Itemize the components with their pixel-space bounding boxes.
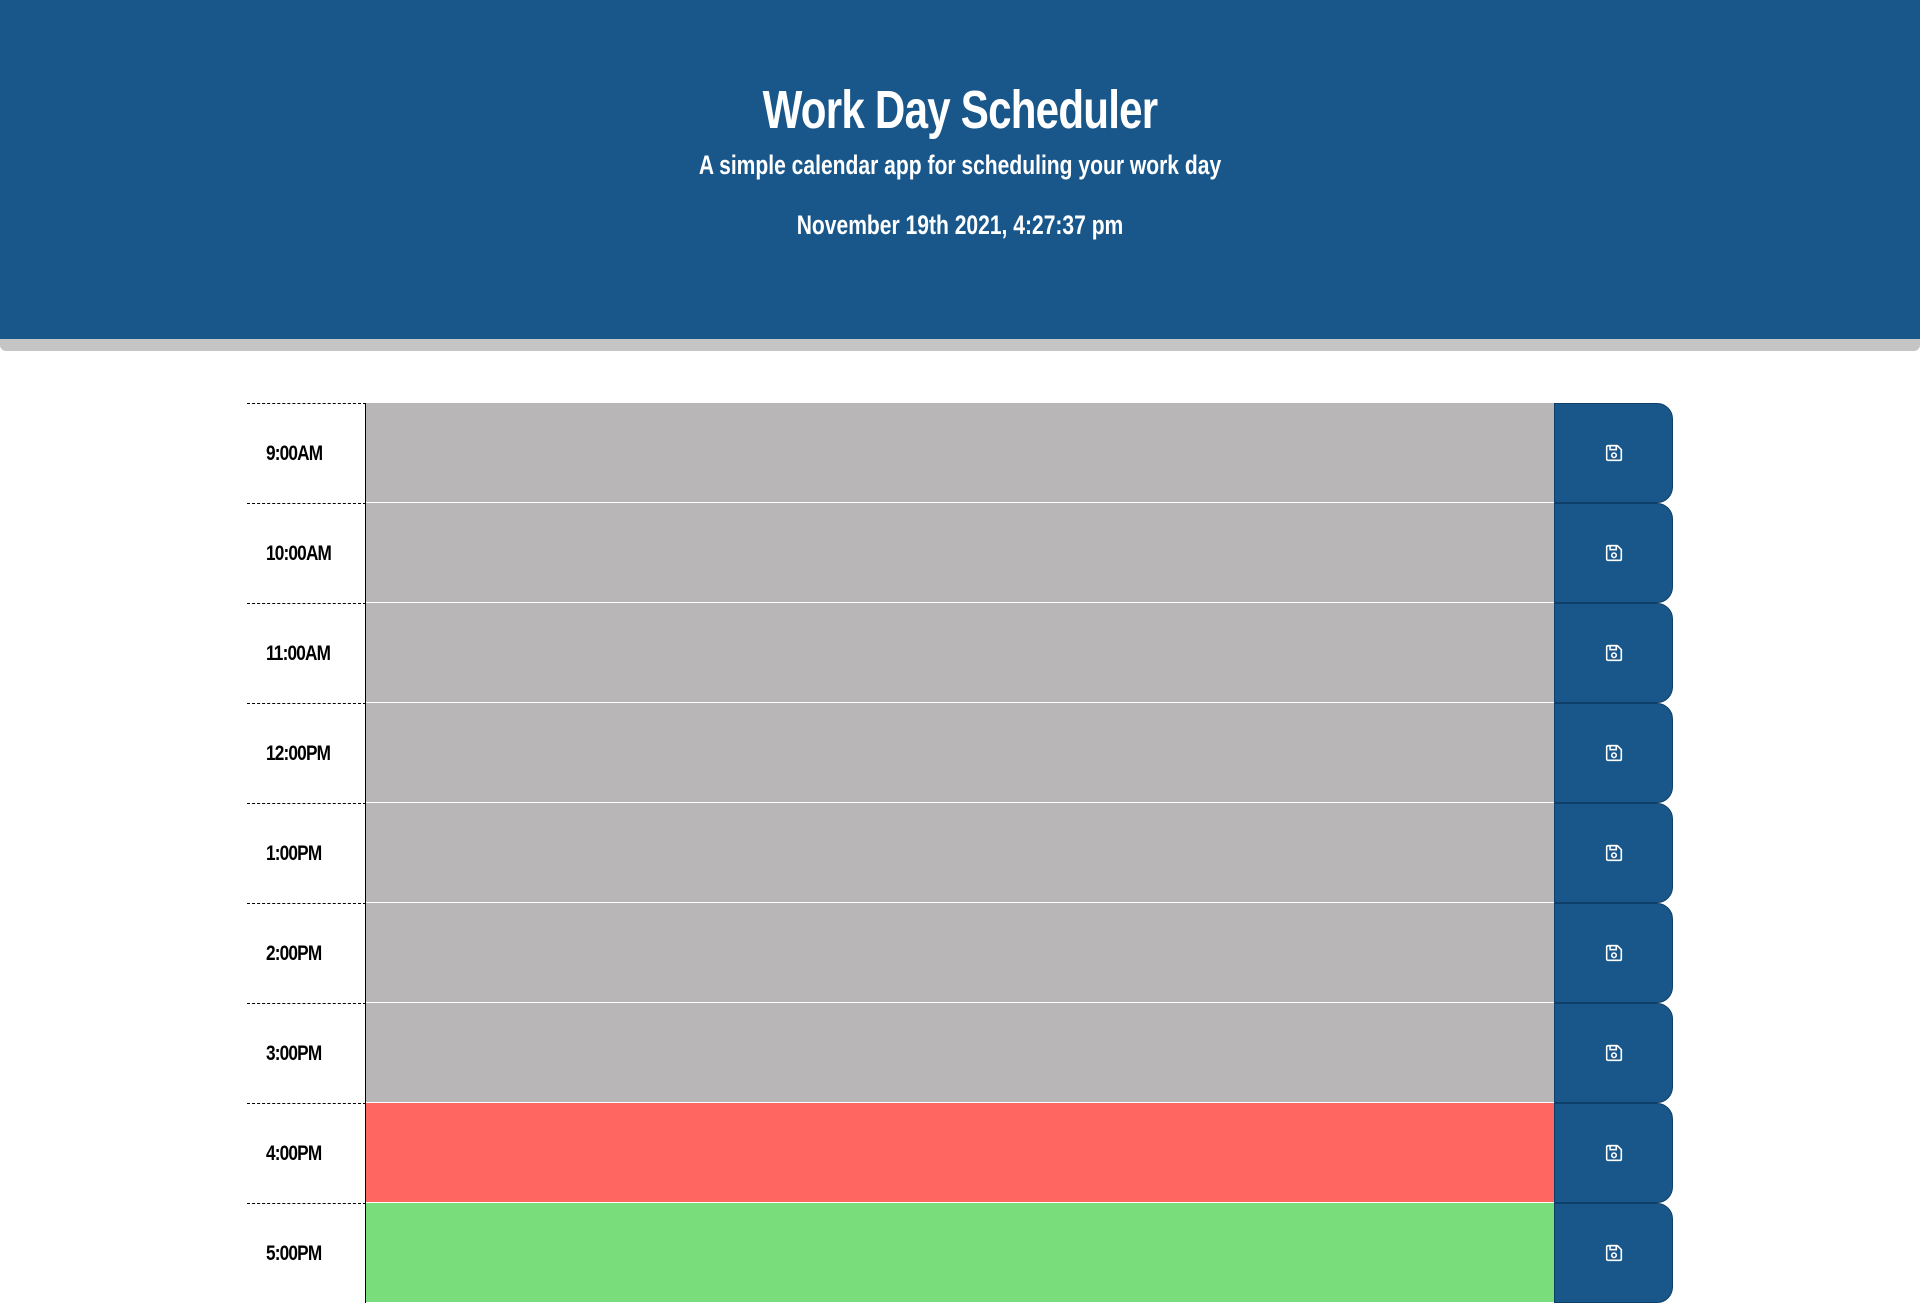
- event-description-input[interactable]: [366, 803, 1554, 903]
- event-description-input[interactable]: [366, 903, 1554, 1003]
- hour-label: 5:00PM: [247, 1203, 366, 1303]
- hour-text: 11:00AM: [266, 641, 331, 665]
- time-block-list: 9:00AM 10:00AM 11:00AM 12:00PM 1:00PM 2:00PM 3…: [247, 403, 1673, 1303]
- hour-text: 10:00AM: [266, 541, 332, 565]
- event-description-input[interactable]: [366, 503, 1554, 603]
- time-block-row: 3:00PM: [247, 1003, 1673, 1103]
- hour-label: 9:00AM: [247, 403, 366, 503]
- time-block-row: 4:00PM: [247, 1103, 1673, 1203]
- hour-text: 12:00PM: [266, 741, 331, 765]
- hour-text: 5:00PM: [266, 1241, 322, 1265]
- event-description-input[interactable]: [366, 1203, 1554, 1303]
- hour-label: 12:00PM: [247, 703, 366, 803]
- time-block-row: 9:00AM: [247, 403, 1673, 503]
- save-button[interactable]: [1554, 1003, 1673, 1103]
- hour-text: 1:00PM: [266, 841, 322, 865]
- hour-label: 3:00PM: [247, 1003, 366, 1103]
- time-block-row: 1:00PM: [247, 803, 1673, 903]
- save-button[interactable]: [1554, 1103, 1673, 1203]
- hour-label: 11:00AM: [247, 603, 366, 703]
- hour-label: 4:00PM: [247, 1103, 366, 1203]
- save-icon: [1605, 1244, 1622, 1262]
- page-title: Work Day Scheduler: [762, 80, 1159, 140]
- save-icon: [1605, 744, 1622, 762]
- event-description-input[interactable]: [366, 603, 1554, 703]
- save-button[interactable]: [1554, 603, 1673, 703]
- page-subtitle: A simple calendar app for scheduling you…: [698, 150, 1222, 180]
- save-button[interactable]: [1554, 403, 1673, 503]
- hour-text: 9:00AM: [266, 441, 323, 465]
- time-block-row: 2:00PM: [247, 903, 1673, 1003]
- save-icon: [1605, 544, 1622, 562]
- hour-text: 3:00PM: [266, 1041, 322, 1065]
- save-icon: [1605, 644, 1622, 662]
- event-description-input[interactable]: [366, 403, 1554, 503]
- event-description-input[interactable]: [366, 1003, 1554, 1103]
- header-jumbotron: Work Day Scheduler A simple calendar app…: [0, 0, 1920, 351]
- save-icon: [1605, 944, 1622, 962]
- current-day: November 19th 2021, 4:27:37 pm: [796, 210, 1124, 240]
- save-button[interactable]: [1554, 503, 1673, 603]
- save-icon: [1605, 1044, 1622, 1062]
- save-icon: [1605, 444, 1622, 462]
- save-button[interactable]: [1554, 803, 1673, 903]
- event-description-input[interactable]: [366, 1103, 1554, 1203]
- time-block-row: 11:00AM: [247, 603, 1673, 703]
- save-button[interactable]: [1554, 903, 1673, 1003]
- hour-text: 2:00PM: [266, 941, 322, 965]
- hour-label: 10:00AM: [247, 503, 366, 603]
- hour-label: 2:00PM: [247, 903, 366, 1003]
- save-icon: [1605, 1144, 1622, 1162]
- time-block-row: 10:00AM: [247, 503, 1673, 603]
- hour-text: 4:00PM: [266, 1141, 322, 1165]
- time-block-row: 5:00PM: [247, 1203, 1673, 1303]
- hour-label: 1:00PM: [247, 803, 366, 903]
- time-block-row: 12:00PM: [247, 703, 1673, 803]
- event-description-input[interactable]: [366, 703, 1554, 803]
- save-button[interactable]: [1554, 1203, 1673, 1303]
- save-icon: [1605, 844, 1622, 862]
- save-button[interactable]: [1554, 703, 1673, 803]
